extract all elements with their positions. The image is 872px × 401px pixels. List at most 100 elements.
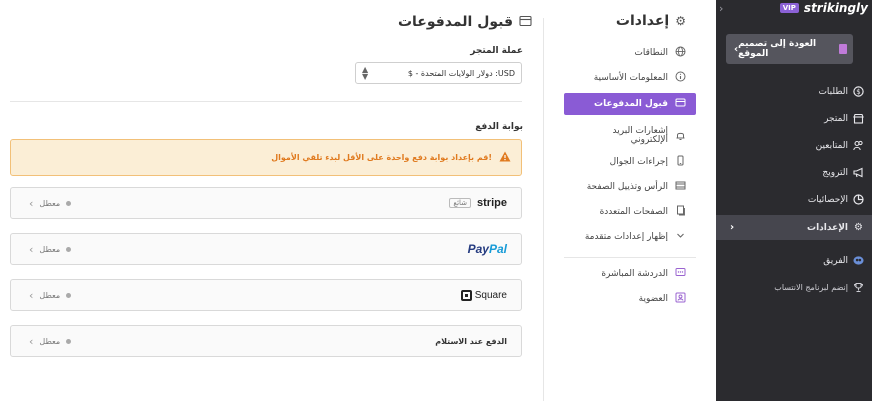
status-text: معطل: [39, 198, 61, 208]
gateway-brand: الدفع عند الاستلام: [435, 326, 507, 356]
back-button-label: العودة إلى تصميم الموقع: [738, 39, 817, 59]
sidebar-item-label: المتجر: [824, 113, 848, 124]
chevron-left-icon: ‹: [29, 334, 34, 348]
settings-item-domains[interactable]: النطاقات: [564, 42, 696, 64]
bell-icon: [675, 130, 686, 143]
sidebar-item-promote[interactable]: الترويج: [716, 160, 872, 185]
followers-icon: [853, 140, 864, 151]
settings-item-show-advanced[interactable]: إظهار إعدادات متقدمة: [564, 226, 696, 248]
gateway-warning: قم بإعداد بوابة دفع واحدة على الأقل لبدء…: [10, 139, 522, 176]
gateway-row-square[interactable]: ‹ معطل Square: [10, 279, 522, 311]
sidebar-item-followers[interactable]: المتابعين: [716, 133, 872, 158]
settings-item-label: إشعارات البريد الإلكتروني: [612, 126, 668, 145]
settings-item-mobile-actions[interactable]: إجراءات الجوال: [564, 151, 696, 173]
settings-item-label: العضوية: [638, 294, 668, 304]
sidebar-item-label: الطلبات: [818, 86, 848, 97]
team-icon: [853, 255, 864, 266]
pages-icon: [675, 205, 686, 219]
warning-message: قم بإعداد بوابة دفع واحدة على الأقل لبدء…: [271, 153, 492, 162]
dollar-icon: $: [853, 86, 864, 97]
payment-card-icon: [675, 97, 686, 111]
gateway-row-paypal[interactable]: ‹ معطل PayPal: [10, 233, 522, 265]
settings-item-membership[interactable]: العضوية: [564, 288, 696, 310]
warning-icon: [499, 151, 511, 165]
sidebar-item-label: الترويج: [822, 167, 848, 178]
square-name: Square: [474, 289, 507, 301]
payment-gateway-label: بوابة الدفع: [475, 122, 523, 132]
gateway-row-cash-on-delivery[interactable]: ‹ معطل الدفع عند الاستلام: [10, 325, 522, 357]
settings-title: إعدادات ⚙: [616, 13, 686, 29]
square-icon: [460, 289, 472, 301]
store-icon: [853, 113, 864, 124]
square-logo: Square: [460, 289, 507, 301]
settings-item-label: النطاقات: [634, 48, 668, 58]
settings-item-payments[interactable]: قبول المدفوعات: [564, 93, 696, 115]
sidebar-item-label: المتابعين: [815, 140, 848, 151]
sidebar-item-team[interactable]: الفريق: [716, 248, 872, 273]
gateway-brand: PayPal: [468, 234, 507, 264]
settings-divider: [543, 18, 544, 401]
settings-item-label: الرأس وتذييل الصفحة: [586, 182, 668, 192]
select-arrows-icon: ▲ ▼: [362, 65, 369, 81]
brand: VIP strikingly: [779, 1, 868, 15]
chevron-right-icon: ›: [730, 222, 735, 233]
settings-item-label: إظهار إعدادات متقدمة: [584, 232, 668, 242]
page-title: قبول المدفوعات: [398, 14, 532, 30]
settings-item-label: الدردشة المباشرة: [601, 269, 668, 279]
status-text: معطل: [39, 244, 61, 254]
settings-item-label: المعلومات الأساسية: [593, 73, 668, 83]
collapse-chevron-icon[interactable]: ›: [719, 2, 723, 15]
sidebar-item-store[interactable]: المتجر: [716, 106, 872, 131]
settings-item-label: الصفحات المتعددة: [599, 207, 668, 217]
membership-icon: [675, 292, 686, 306]
back-to-design-button[interactable]: ‹ العودة إلى تصميم الموقع: [726, 34, 853, 64]
settings-separator: [564, 257, 696, 258]
gear-icon: ⚙: [675, 14, 686, 28]
sidebar-item-label: الإعدادات: [807, 222, 848, 233]
gateway-status: ‹ معطل: [29, 188, 72, 218]
settings-item-multiple-pages[interactable]: الصفحات المتعددة: [564, 201, 696, 223]
megaphone-icon: [853, 167, 864, 178]
settings-item-email-notifications[interactable]: إشعارات البريد الإلكتروني: [564, 124, 696, 148]
gateway-status: ‹ معطل: [29, 280, 72, 310]
mobile-icon: [675, 155, 686, 169]
chevron-left-icon: ‹: [29, 288, 34, 302]
chat-icon: [675, 267, 686, 281]
status-dot: [66, 200, 72, 206]
sidebar-item-settings[interactable]: › الإعدادات ⚙: [716, 215, 872, 240]
settings-title-text: إعدادات: [615, 13, 670, 29]
chevron-left-icon: ‹: [29, 196, 34, 210]
sidebar-item-label: إنضم لبرنامج الانتساب: [774, 283, 848, 292]
globe-icon: [675, 46, 686, 60]
sidebar-item-orders[interactable]: الطلبات $: [716, 79, 872, 104]
settings-item-live-chat[interactable]: الدردشة المباشرة: [564, 263, 696, 285]
status-dot: [66, 292, 72, 298]
chevron-left-icon: ‹: [29, 242, 34, 256]
section-divider: [10, 101, 522, 102]
payment-card-icon: [519, 15, 532, 30]
vip-badge: VIP: [779, 3, 799, 13]
settings-item-label: إجراءات الجوال: [609, 157, 668, 167]
gateway-status: ‹ معطل: [29, 234, 72, 264]
svg-text:$: $: [856, 88, 860, 96]
gateway-row-stripe[interactable]: ‹ معطل شائع stripe: [10, 187, 522, 219]
currency-select[interactable]: ▲ ▼ USD: دولار الولايات المتحدة - $: [355, 62, 522, 84]
settings-item-basic-info[interactable]: المعلومات الأساسية: [564, 67, 696, 89]
gear-icon: ⚙: [854, 222, 863, 233]
status-dot: [66, 246, 72, 252]
sidebar-item-label: الإحصائيات: [807, 194, 848, 205]
paypal-logo: PayPal: [467, 242, 507, 256]
sidebar-item-affiliate[interactable]: إنضم لبرنامج الانتساب: [716, 275, 872, 300]
info-icon: [675, 71, 686, 85]
status-text: معطل: [39, 290, 61, 300]
header-footer-icon: [675, 180, 686, 194]
gateway-brand: Square: [460, 280, 507, 310]
gateway-brand: شائع stripe: [449, 188, 507, 218]
popular-tag: شائع: [449, 198, 472, 208]
brand-logo: strikingly: [803, 1, 868, 15]
sidebar-item-analytics[interactable]: الإحصائيات: [716, 187, 872, 212]
app-sidebar: › VIP strikingly ‹ العودة إلى تصميم المو…: [716, 0, 872, 401]
gateway-status: ‹ معطل: [29, 326, 72, 356]
currency-value: USD: دولار الولايات المتحدة - $: [407, 68, 515, 78]
settings-item-header-footer[interactable]: الرأس وتذييل الصفحة: [564, 176, 696, 198]
